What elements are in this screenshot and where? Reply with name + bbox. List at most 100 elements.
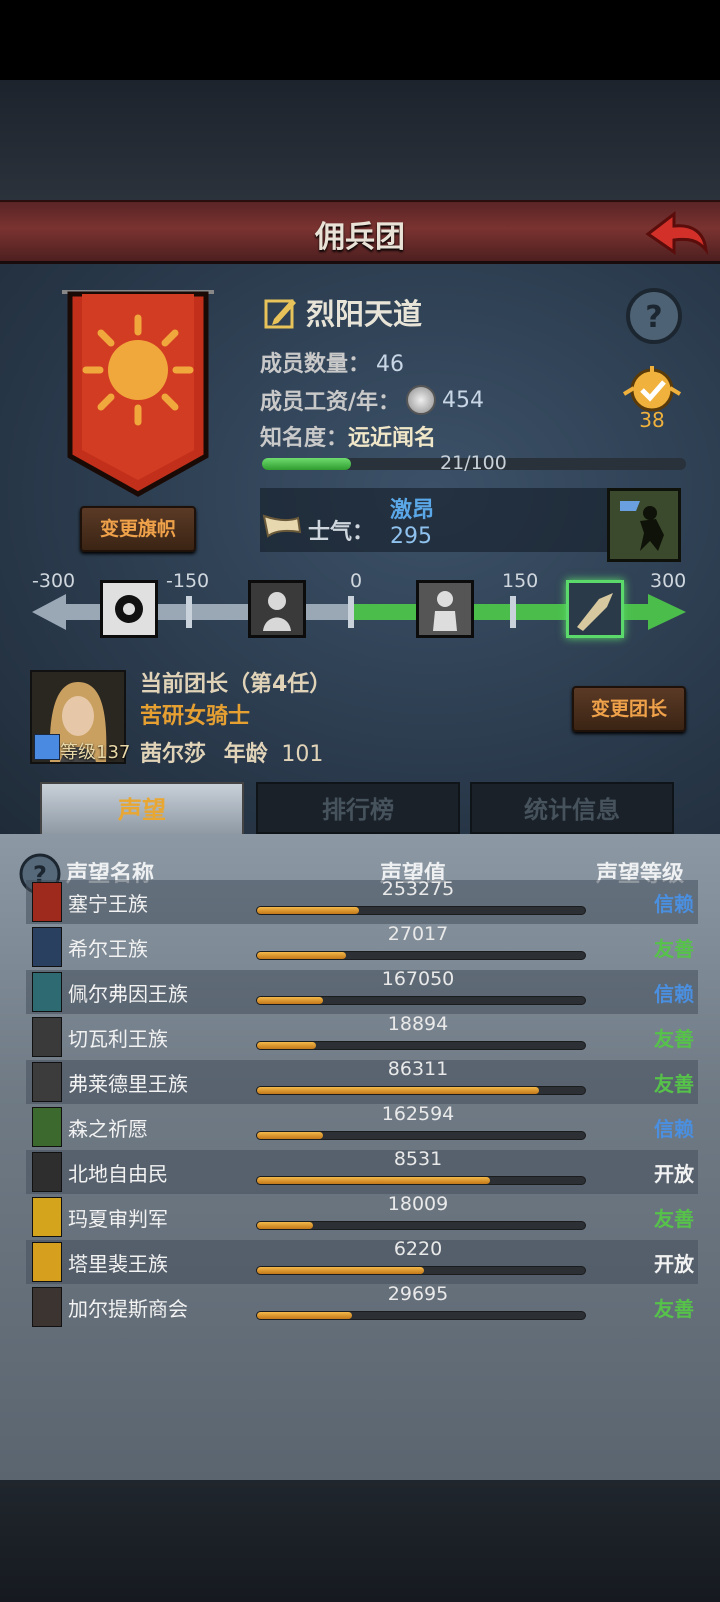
leader-age-label: 年龄: [223, 742, 268, 767]
reputation-value: 8531: [393, 1148, 443, 1170]
wage-label: 成员工资/年：: [260, 390, 401, 415]
scale-label-max: 300: [650, 570, 687, 592]
fame-stat: 知名度：远近闻名: [260, 420, 436, 452]
reputation-bar: [256, 906, 586, 915]
wage-value: 454: [442, 387, 485, 413]
reputation-level: 友善: [654, 1207, 694, 1231]
faction-crest-icon: [32, 882, 62, 922]
morale-state: 激昂: [390, 498, 435, 523]
tab-statistics[interactable]: 统计信息: [470, 782, 674, 834]
sword-class-icon: [34, 734, 60, 760]
scale-label-zero: 0: [350, 570, 363, 592]
leader-title: 苦研女骑士: [140, 704, 251, 729]
morale-value: 295: [390, 524, 432, 549]
guild-name: 烈阳天道: [306, 297, 423, 331]
morale-high-icon[interactable]: [566, 580, 624, 638]
reputation-value: 86311: [387, 1058, 449, 1080]
wage-stat: 成员工资/年： 454: [260, 384, 484, 416]
reputation-bar-fill: [257, 1177, 490, 1184]
guild-banner-icon: [62, 290, 214, 497]
reputation-bar: [256, 1221, 586, 1230]
morale-despair-icon[interactable]: [100, 580, 158, 638]
reputation-row[interactable]: 希尔王族 27017 友善: [26, 923, 698, 969]
tab-ranking[interactable]: 排行榜: [256, 782, 460, 834]
faction-crest-icon: [32, 927, 62, 967]
reputation-bar-fill: [257, 907, 359, 914]
reputation-row[interactable]: 弗莱德里王族 86311 友善: [26, 1058, 698, 1104]
guild-name-row: 烈阳天道: [264, 292, 422, 332]
badge-count: 38: [639, 408, 665, 432]
reputation-value: 18009: [387, 1193, 449, 1215]
members-label: 成员数量：: [260, 352, 371, 377]
reputation-row[interactable]: 加尔提斯商会 29695 友善: [26, 1283, 698, 1329]
horn-icon: [262, 514, 302, 538]
reputation-bar-fill: [257, 1267, 425, 1274]
fame-label: 知名度：: [260, 426, 349, 451]
reputation-value: 27017: [387, 923, 449, 945]
morale-status-icon[interactable]: [607, 488, 681, 562]
reputation-row[interactable]: 佩尔弗因王族 167050 信赖: [26, 968, 698, 1014]
tab-bar: 声望 排行榜 统计信息: [36, 782, 688, 834]
reputation-value: 29695: [387, 1283, 449, 1305]
morale-label: 士气：: [308, 520, 375, 545]
faction-name: 佩尔弗因王族: [68, 982, 188, 1006]
faction-name: 塔里裴王族: [68, 1252, 168, 1276]
reputation-bar-fill: [257, 1132, 323, 1139]
change-leader-button[interactable]: 变更团长: [572, 686, 686, 732]
reputation-value: 6220: [393, 1238, 443, 1260]
reputation-bar: [256, 951, 586, 960]
status-area: [0, 0, 720, 80]
reputation-bar: [256, 1266, 586, 1275]
reputation-bar-fill: [257, 1222, 313, 1229]
reputation-value: 167050: [381, 968, 455, 990]
reputation-row[interactable]: 切瓦利王族 18894 友善: [26, 1013, 698, 1059]
faction-name: 弗莱德里王族: [68, 1072, 188, 1096]
reputation-row[interactable]: 塞宁王族 253275 信赖: [26, 878, 698, 924]
reputation-row[interactable]: 北地自由民 8531 开放: [26, 1148, 698, 1194]
morale-low-icon[interactable]: [248, 580, 306, 638]
reputation-level: 友善: [654, 937, 694, 961]
fame-progress-text: 21/100: [440, 452, 507, 474]
faction-name: 切瓦利王族: [68, 1027, 168, 1051]
faction-name: 玛夏审判军: [68, 1207, 168, 1231]
reputation-value: 162594: [381, 1103, 455, 1125]
reputation-level: 友善: [654, 1072, 694, 1096]
reputation-bar-fill: [257, 1312, 353, 1319]
reputation-level: 信赖: [654, 982, 694, 1006]
background-bottom: [0, 1480, 720, 1602]
leader-level: 等级137: [60, 742, 131, 763]
help-icon[interactable]: ?: [624, 286, 684, 346]
change-flag-button[interactable]: 变更旗帜: [80, 506, 196, 552]
reputation-bar: [256, 1311, 586, 1320]
edit-icon[interactable]: [264, 295, 298, 329]
faction-name: 北地自由民: [68, 1162, 168, 1186]
faction-name: 加尔提斯商会: [68, 1297, 188, 1321]
back-arrow-icon[interactable]: [644, 206, 710, 262]
silver-coin-icon: [406, 385, 437, 415]
faction-crest-icon: [32, 1287, 62, 1327]
members-stat: 成员数量： 46: [260, 346, 404, 378]
reputation-row[interactable]: 森之祈愿 162594 信赖: [26, 1103, 698, 1149]
reputation-level: 开放: [654, 1162, 694, 1186]
faction-crest-icon: [32, 1017, 62, 1057]
reputation-bar: [256, 1176, 586, 1185]
title-bar: 佣兵团: [0, 200, 720, 264]
faction-crest-icon: [32, 1197, 62, 1237]
reputation-bar: [256, 1131, 586, 1140]
svg-text:?: ?: [645, 300, 662, 335]
leader-name: 茜尔莎: [140, 742, 207, 767]
reputation-level: 开放: [654, 1252, 694, 1276]
reputation-bar-fill: [257, 997, 323, 1004]
tab-reputation[interactable]: 声望: [40, 782, 244, 834]
reputation-bar-fill: [257, 952, 346, 959]
reputation-row[interactable]: 玛夏审判军 18009 友善: [26, 1193, 698, 1239]
morale-normal-icon[interactable]: [416, 580, 474, 638]
reputation-bar: [256, 996, 586, 1005]
fame-value: 远近闻名: [348, 426, 437, 451]
scale-label-min: -300: [32, 570, 76, 592]
reputation-row[interactable]: 塔里裴王族 6220 开放: [26, 1238, 698, 1284]
reputation-level: 信赖: [654, 892, 694, 916]
reputation-value: 18894: [387, 1013, 449, 1035]
reputation-level: 友善: [654, 1027, 694, 1051]
scale-label-high: 150: [502, 570, 539, 592]
